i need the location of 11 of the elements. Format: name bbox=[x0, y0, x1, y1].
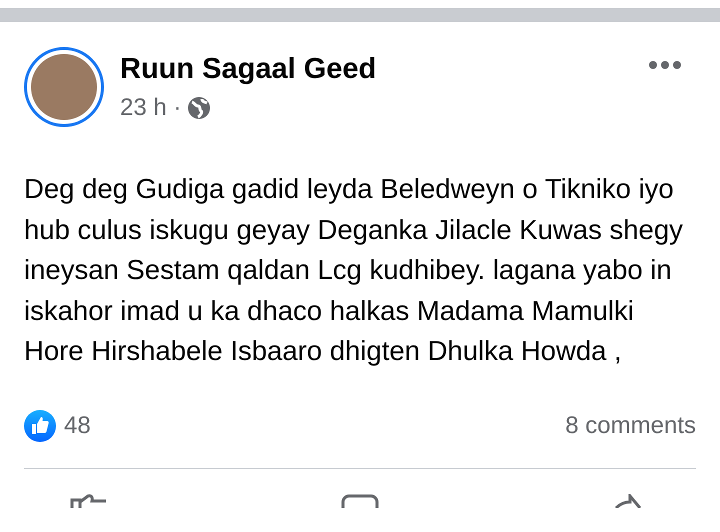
post-text: Deg deg Gudiga gadid leyda Beledweyn o Tikniko iyo hub culus iskugu geyay Deganka Jilacle Kuwas shegy ineysan Sestam qaldan Lcg kudhibey. lagana yabo in iskahor imad u ka dhaco halkas Madama Mamulki Hore Hirshabele Isbaaro dhigten Dhulka Howda , bbox=[24, 172, 684, 368]
speech-bubble-icon[interactable] bbox=[341, 494, 381, 508]
comment-count[interactable]: 8 comments bbox=[565, 412, 696, 440]
reaction-count[interactable]: 48 bbox=[64, 412, 91, 440]
like-reaction-icon bbox=[24, 410, 56, 442]
more-options-icon[interactable] bbox=[648, 60, 682, 70]
post-time: 23 h · bbox=[120, 94, 182, 122]
photo-placeholder bbox=[31, 54, 97, 120]
author-name[interactable]: Ruun Sagaal Geed bbox=[120, 52, 648, 86]
avatar[interactable] bbox=[24, 47, 104, 127]
globe-icon bbox=[187, 96, 212, 120]
